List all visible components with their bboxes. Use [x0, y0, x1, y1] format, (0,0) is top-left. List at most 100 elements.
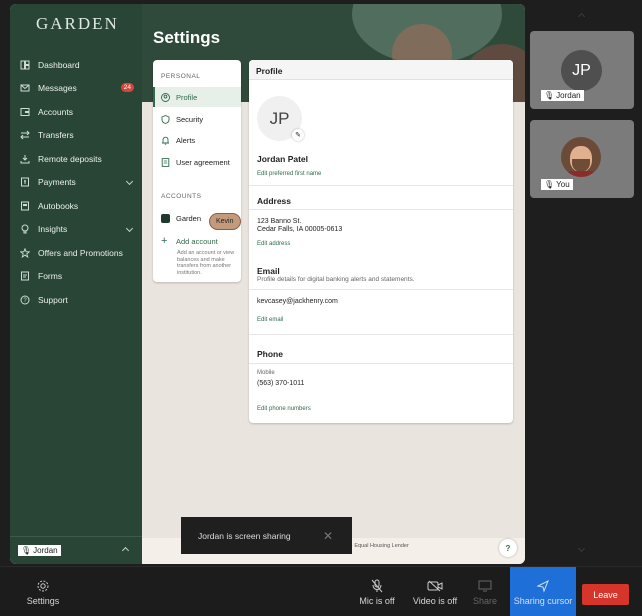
- profile-name: Jordan Patel: [257, 154, 309, 164]
- app-sidebar: GARDEN Dashboard Messages 24 Accounts Tr…: [10, 4, 142, 564]
- cursor-arrow-icon: [535, 579, 551, 593]
- sidebar-item-autobooks[interactable]: Autobooks: [10, 194, 142, 218]
- settings-item-user-agreement[interactable]: User agreement: [153, 152, 241, 172]
- participant-name-tag: 🎙 You: [541, 179, 573, 190]
- video-button[interactable]: Video is off: [408, 567, 462, 616]
- sidebar-item-label: Remote deposits: [38, 153, 102, 164]
- close-icon[interactable]: ✕: [323, 529, 333, 543]
- participant-name-tag: 🎙 Jordan: [541, 90, 584, 101]
- user-icon: [161, 92, 170, 102]
- star-icon: [20, 247, 30, 258]
- deposit-icon: [20, 154, 30, 164]
- edit-phone-link[interactable]: Edit phone numbers: [257, 406, 311, 412]
- sidebar-item-messages[interactable]: Messages 24: [10, 77, 142, 101]
- chevron-up-icon[interactable]: [121, 546, 130, 555]
- divider: [249, 209, 513, 210]
- chevron-down-icon: [125, 224, 134, 232]
- sidebar-item-accounts[interactable]: Accounts: [10, 100, 142, 124]
- settings-item-alerts[interactable]: Alerts: [153, 130, 241, 150]
- payments-icon: [20, 177, 30, 187]
- sidebar-item-payments[interactable]: Payments: [10, 171, 142, 195]
- email-value: kevcasey@jackhenry.com: [257, 298, 338, 305]
- edit-address-link[interactable]: Edit address: [257, 241, 290, 247]
- sidebar-item-label: Forms: [38, 271, 63, 282]
- sidebar-item-offers[interactable]: Offers and Promotions: [10, 241, 142, 265]
- document-icon: [161, 157, 170, 167]
- phone-title: Phone: [257, 349, 283, 359]
- settings-item-label: User agreement: [176, 157, 230, 167]
- participant-avatar: JP: [561, 50, 602, 91]
- participant-tile-you[interactable]: 🎙 You: [530, 120, 634, 198]
- divider: [249, 289, 513, 290]
- sidebar-item-insights[interactable]: Insights: [10, 218, 142, 242]
- sharing-cursor-label: Sharing cursor: [513, 595, 573, 606]
- video-off-icon: [427, 579, 443, 593]
- participant-name: Jordan: [556, 91, 581, 100]
- share-label: Share: [472, 595, 498, 606]
- add-account-button[interactable]: + Add account: [153, 231, 241, 251]
- edit-name-link[interactable]: Edit preferred first name: [257, 171, 321, 177]
- mic-button[interactable]: Mic is off: [355, 567, 399, 616]
- sidebar-item-remote-deposits[interactable]: Remote deposits: [10, 147, 142, 171]
- settings-label: Settings: [26, 595, 60, 606]
- sidebar-item-dashboard[interactable]: Dashboard: [10, 53, 142, 77]
- personal-section-label: PERSONAL: [161, 73, 201, 80]
- sharing-cursor-button[interactable]: Sharing cursor: [510, 567, 576, 616]
- help-icon: ?: [20, 295, 30, 305]
- video-label: Video is off: [412, 595, 458, 606]
- leave-button[interactable]: Leave: [582, 584, 629, 605]
- share-button[interactable]: Share: [469, 567, 501, 616]
- forms-icon: [20, 271, 30, 281]
- address-title: Address: [257, 196, 292, 206]
- insights-icon: [20, 224, 30, 234]
- sidebar-item-label: Offers and Promotions: [38, 247, 123, 258]
- sidebar-item-transfers[interactable]: Transfers: [10, 124, 142, 148]
- email-description: Profile details for digital banking aler…: [257, 276, 415, 283]
- address-line-2: Cedar Falls, IA 00005-0613: [257, 226, 343, 233]
- sidebar-item-label: Autobooks: [38, 200, 79, 211]
- participant-tile-jordan[interactable]: JP 🎙 Jordan: [530, 31, 634, 109]
- sidebar-item-support[interactable]: ? Support: [10, 288, 142, 312]
- gear-icon: [35, 579, 51, 593]
- screen-share-toast: Jordan is screen sharing ✕: [181, 517, 352, 554]
- plus-icon: +: [161, 234, 168, 247]
- page-title: Settings: [153, 28, 221, 47]
- chevron-up-icon[interactable]: [577, 12, 586, 21]
- sidebar-item-forms[interactable]: Forms: [10, 265, 142, 289]
- chevron-down-icon: [125, 177, 134, 185]
- mic-label: Mic is off: [359, 595, 395, 606]
- phone-value: (563) 370-1011: [257, 380, 305, 387]
- mic-off-icon: 🎙: [544, 180, 555, 189]
- chevron-down-icon[interactable]: [577, 544, 586, 553]
- divider: [249, 185, 513, 186]
- accounts-icon: [20, 107, 30, 117]
- mail-icon: [20, 83, 30, 93]
- help-button[interactable]: ?: [499, 539, 517, 557]
- participant-video: [561, 137, 601, 177]
- mic-off-icon: [369, 579, 385, 593]
- sidebar-item-label: Insights: [38, 224, 68, 235]
- profile-card-header: Profile: [249, 60, 513, 80]
- pencil-icon[interactable]: ✎: [292, 129, 304, 141]
- settings-item-label: Security: [176, 114, 204, 124]
- video-call-window: GARDEN Dashboard Messages 24 Accounts Tr…: [0, 0, 642, 616]
- shared-screen: GARDEN Dashboard Messages 24 Accounts Tr…: [10, 4, 525, 564]
- sidebar-item-label: Support: [38, 294, 68, 305]
- accounts-section-label: ACCOUNTS: [161, 193, 202, 200]
- add-account-description: Add an account or view balances and make…: [177, 250, 235, 276]
- edit-email-link[interactable]: Edit email: [257, 317, 283, 323]
- sidebar-footer: 🎙 Jordan: [10, 536, 142, 564]
- settings-item-label: Alerts: [176, 135, 196, 145]
- shield-icon: [161, 114, 170, 124]
- settings-item-profile[interactable]: Profile: [153, 87, 241, 107]
- sidebar-item-label: Accounts: [38, 106, 73, 117]
- add-account-label: Add account: [176, 236, 218, 246]
- unread-badge: 24: [120, 82, 134, 92]
- mic-off-icon: 🎙: [544, 91, 555, 100]
- autobooks-icon: [20, 201, 30, 211]
- bell-icon: [161, 136, 170, 145]
- garden-logo: GARDEN: [36, 14, 119, 33]
- settings-button[interactable]: Settings: [20, 567, 66, 616]
- sidebar-nav: Dashboard Messages 24 Accounts Transfers: [10, 53, 142, 312]
- settings-item-security[interactable]: Security: [153, 109, 241, 129]
